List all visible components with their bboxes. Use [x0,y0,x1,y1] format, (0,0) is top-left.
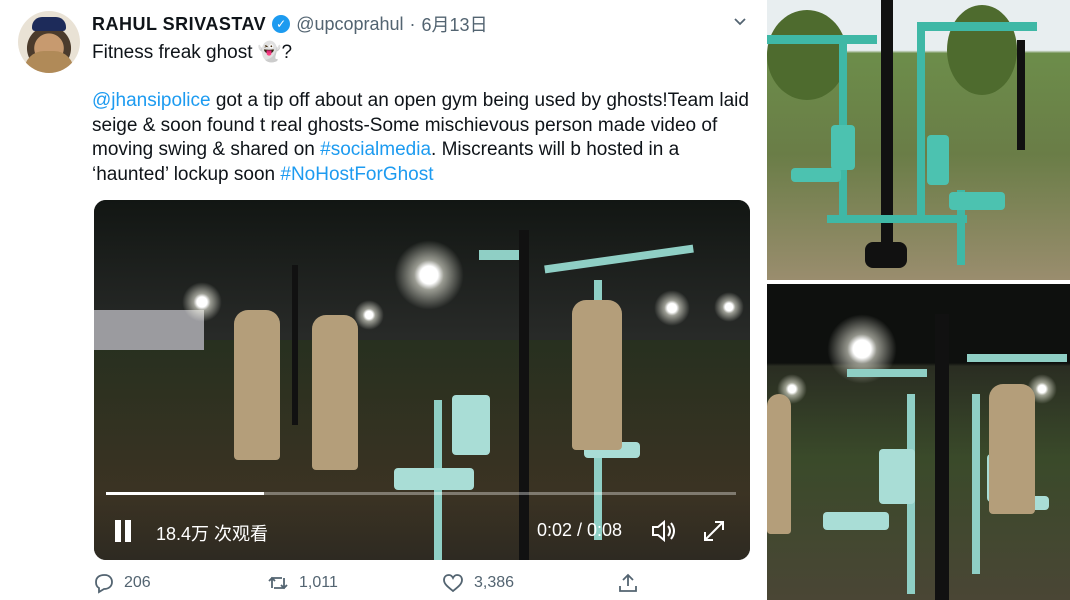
gym-frame [767,35,877,44]
tweet-card: RAHUL SRIVASTAV ✓ @upcoprahul · 6月13日 Fi… [0,0,760,600]
video-progress-bar[interactable] [106,492,736,495]
avatar[interactable] [18,11,80,73]
hashtag-nohostforghost[interactable]: #NoHostForGhost [280,164,433,185]
floodlight [714,292,744,322]
volume-icon[interactable] [650,518,682,544]
author-name[interactable]: RAHUL SRIVASTAV [92,14,266,35]
gym-frame [967,354,1067,362]
gym-frame [972,394,980,574]
floodlight [654,290,690,326]
tweet-actions: 206 1,011 3,386 [92,572,652,598]
like-count: 3,386 [474,574,515,591]
gym-frame [479,250,519,260]
park-gym-photo-night [767,284,1070,600]
police-officer [234,310,280,460]
tree [767,10,847,100]
hashtag-socialmedia[interactable]: #socialmedia [320,139,431,160]
floodlight [354,300,384,330]
view-count: 18.4万 次观看 [156,524,269,544]
share-icon [619,573,637,592]
police-officer [989,384,1035,514]
tweet-first-line: Fitness freak ghost 👻? [92,42,293,63]
pause-icon[interactable] [112,518,134,544]
verified-badge-icon: ✓ [272,15,291,33]
gym-seat [823,512,889,530]
gym-pole [519,230,529,560]
mention-link[interactable]: @jhansipolice [92,90,211,111]
heart-icon [443,574,463,593]
floodlight [394,240,464,310]
author-handle[interactable]: @upcoprahul [296,14,403,35]
gym-seat [791,168,841,182]
video-player[interactable]: 18.4万 次观看 0:02 / 0:08 [94,200,750,560]
gym-base-weight [865,242,907,268]
tree [947,5,1017,95]
reply-count: 206 [124,574,151,591]
chevron-down-icon[interactable] [728,12,752,36]
avatar-uniform [24,51,74,73]
retweet-icon [268,576,288,590]
avatar-cap [32,17,66,31]
police-officer [767,394,791,534]
reply-icon [95,574,113,594]
video-progress-fill [106,492,264,495]
gym-seat-back [452,395,490,455]
gym-base [827,215,967,223]
reply-button[interactable]: 206 [92,572,151,594]
video-time: 0:02 / 0:08 [537,520,623,540]
gym-pole [1017,40,1025,150]
floodlight [182,282,222,322]
share-button[interactable] [617,572,639,594]
gym-seat [394,468,474,490]
separator: · [409,13,416,34]
gym-seat-back [831,125,855,170]
fullscreen-icon[interactable] [701,518,731,544]
retweet-button[interactable]: 1,011 [267,572,338,594]
gym-frame [917,22,1037,31]
gym-seat [949,192,1005,210]
gym-frame [917,30,925,220]
police-officer [312,315,358,470]
gym-pole [935,314,949,600]
gym-pole [292,265,298,425]
tweet-body: @jhansipolice got a tip off about an ope… [92,89,752,187]
gym-seat-back [927,135,949,185]
gym-pole [881,0,893,250]
like-button[interactable]: 3,386 [442,572,514,594]
gym-seat-back [879,449,915,504]
park-gym-photo-day [767,0,1070,280]
police-officer [572,300,622,450]
tweet-date[interactable]: 6月13日 [422,11,488,37]
gym-frame [847,369,927,377]
retweet-count: 1,011 [299,574,338,591]
side-photos [767,0,1070,600]
tweet-header: RAHUL SRIVASTAV ✓ @upcoprahul · 6月13日 [92,11,488,37]
